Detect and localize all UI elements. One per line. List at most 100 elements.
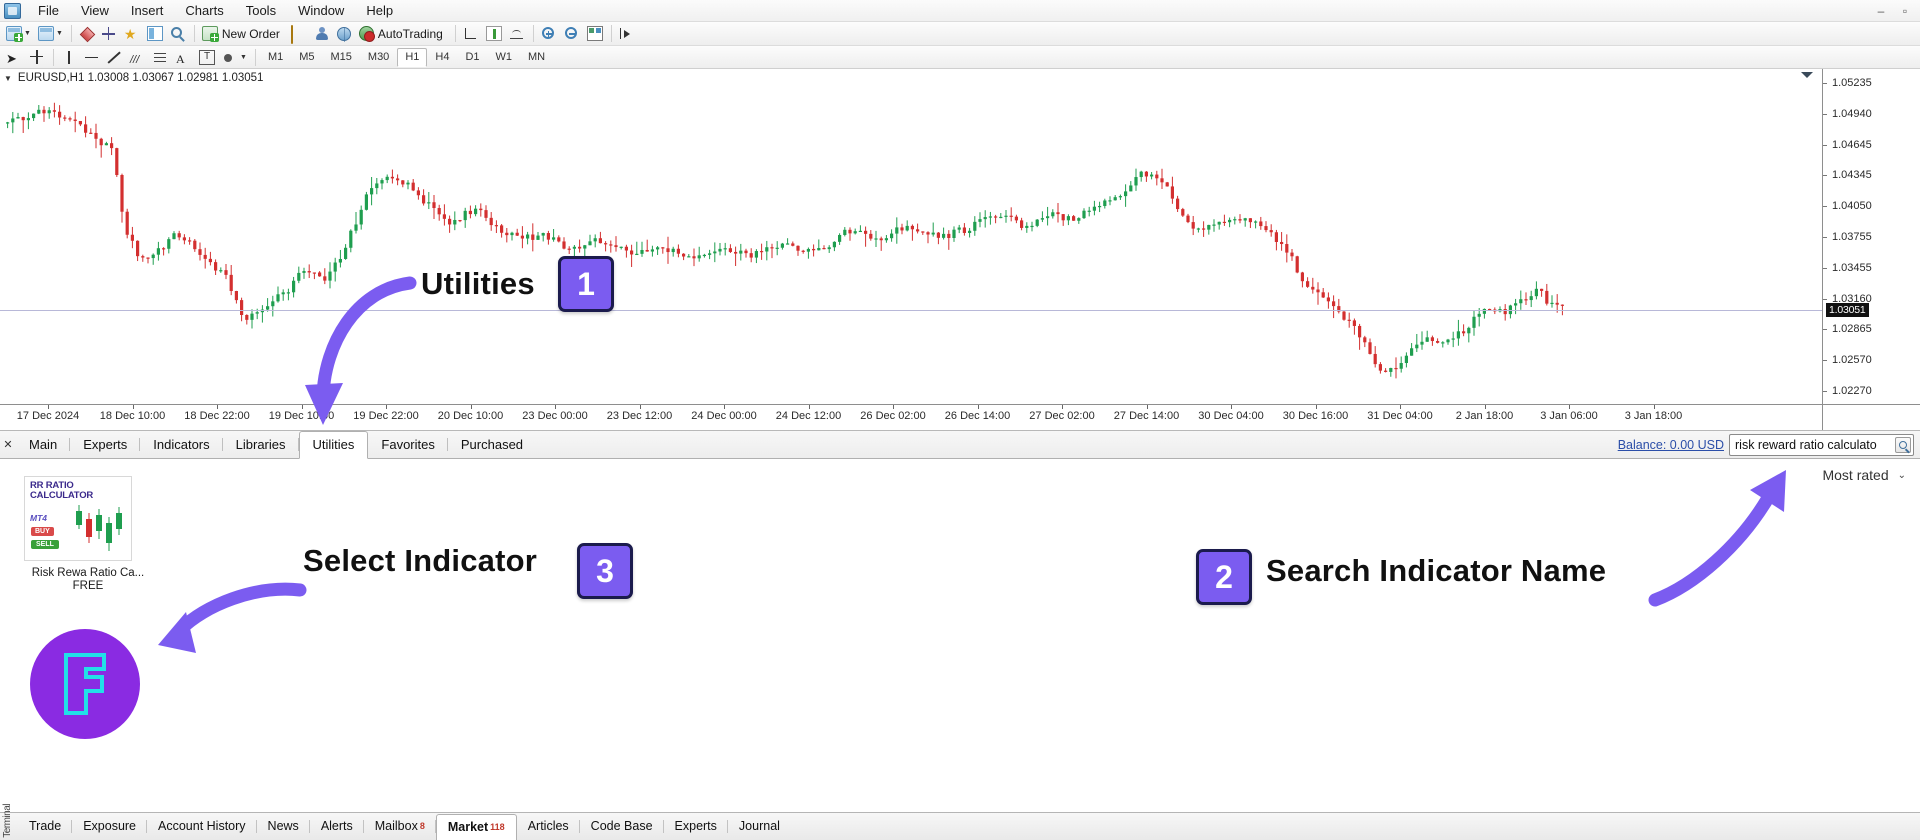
terminal-tab-mailbox[interactable]: Mailbox8 bbox=[364, 814, 436, 840]
timeframe-mn[interactable]: MN bbox=[520, 48, 553, 67]
terminal-tab-trade[interactable]: Trade bbox=[18, 814, 72, 840]
terminal-tab-news[interactable]: News bbox=[257, 814, 310, 840]
time-label: 27 Dec 02:00 bbox=[1029, 410, 1094, 422]
candlestick-chart-button[interactable] bbox=[483, 23, 505, 44]
market-tab-main[interactable]: Main bbox=[16, 431, 70, 458]
restore-button[interactable]: ▫ bbox=[1898, 4, 1912, 18]
product-card[interactable]: RR RATIO CALCULATOR MT4 BUY SELL bbox=[24, 476, 152, 592]
price-label: 1.05235 bbox=[1832, 77, 1872, 89]
metaeditor-button[interactable] bbox=[288, 23, 310, 44]
timeframe-m1[interactable]: M1 bbox=[260, 48, 291, 67]
zoom-out-button[interactable] bbox=[561, 23, 583, 44]
chart-plot-area[interactable] bbox=[0, 69, 1822, 404]
channel-logo bbox=[30, 629, 140, 739]
price-label: 1.03755 bbox=[1832, 231, 1872, 243]
close-icon[interactable]: ✕ bbox=[0, 430, 16, 458]
menu-item-tools[interactable]: Tools bbox=[235, 1, 287, 20]
zoom-in-button[interactable] bbox=[538, 23, 560, 44]
candlestick-series bbox=[0, 69, 1822, 404]
time-tick bbox=[1485, 405, 1486, 409]
market-tab-purchased[interactable]: Purchased bbox=[448, 431, 536, 458]
time-tick bbox=[809, 405, 810, 409]
menu-item-window[interactable]: Window bbox=[287, 1, 355, 20]
main-toolbar: ▼ ▼ ★ New Order bbox=[0, 22, 1920, 46]
profiles-icon bbox=[38, 26, 54, 41]
terminal-tab-alerts[interactable]: Alerts bbox=[310, 814, 364, 840]
terminal-tab-account-history[interactable]: Account History bbox=[147, 814, 257, 840]
search-box[interactable] bbox=[1729, 434, 1914, 456]
navigator-button[interactable]: ★ bbox=[121, 23, 143, 44]
balance-link[interactable]: Balance: 0.00 USD bbox=[1618, 438, 1724, 452]
text-icon: A bbox=[176, 50, 192, 65]
autotrading-button[interactable]: AutoTrading bbox=[356, 23, 450, 44]
minimize-button[interactable]: – bbox=[1874, 4, 1888, 18]
chevron-down-icon[interactable]: ⌄ bbox=[1898, 470, 1906, 481]
tile-windows-button[interactable] bbox=[584, 23, 606, 44]
market-watch-button[interactable] bbox=[76, 23, 97, 44]
menu-item-insert[interactable]: Insert bbox=[120, 1, 175, 20]
equidistant-channel-tool[interactable] bbox=[150, 47, 172, 68]
sort-control[interactable]: Most rated ⌄ bbox=[1822, 467, 1906, 483]
terminal-tab-experts[interactable]: Experts bbox=[664, 814, 728, 840]
search-input[interactable] bbox=[1735, 438, 1895, 452]
market-tab-experts[interactable]: Experts bbox=[70, 431, 140, 458]
trendline-tool[interactable] bbox=[104, 47, 126, 68]
product-thumbnail[interactable]: RR RATIO CALCULATOR MT4 BUY SELL bbox=[24, 476, 132, 561]
vertical-line-tool[interactable] bbox=[58, 47, 80, 68]
terminal-tab-market[interactable]: Market118 bbox=[436, 814, 517, 840]
price-label: 1.02570 bbox=[1832, 354, 1872, 366]
time-label: 23 Dec 00:00 bbox=[522, 410, 587, 422]
chart-shift-button[interactable] bbox=[616, 23, 638, 44]
timeframe-m5[interactable]: M5 bbox=[291, 48, 322, 67]
data-window-button[interactable] bbox=[98, 23, 120, 44]
logo-glyph bbox=[46, 645, 124, 723]
terminal-button[interactable] bbox=[144, 23, 166, 44]
time-axis[interactable]: 17 Dec 202418 Dec 10:0018 Dec 22:0019 De… bbox=[0, 404, 1822, 430]
line-chart-button[interactable] bbox=[506, 23, 528, 44]
collapse-icon[interactable]: ▼ bbox=[4, 74, 12, 83]
thumbnail-title: RR RATIO CALCULATOR bbox=[30, 481, 93, 501]
shapes-tool[interactable]: ▼ bbox=[219, 47, 250, 68]
price-label: 1.02865 bbox=[1832, 323, 1872, 335]
new-chart-button[interactable]: ▼ bbox=[3, 23, 34, 44]
line-studies-toolbar: ➤ /// A ▼ M1 M5 bbox=[0, 46, 1920, 69]
chevron-down-icon: ▼ bbox=[24, 30, 31, 37]
market-tab-libraries[interactable]: Libraries bbox=[223, 431, 299, 458]
time-label: 23 Dec 12:00 bbox=[607, 410, 672, 422]
terminal-tab-journal[interactable]: Journal bbox=[728, 814, 791, 840]
menu-item-help[interactable]: Help bbox=[355, 1, 404, 20]
text-tool[interactable]: A bbox=[173, 47, 195, 68]
menu-item-charts[interactable]: Charts bbox=[174, 1, 234, 20]
new-order-button[interactable]: New Order bbox=[199, 23, 287, 44]
timeframe-h1[interactable]: H1 bbox=[397, 48, 427, 67]
fibonacci-tool[interactable]: /// bbox=[127, 47, 149, 68]
crosshair-tool[interactable] bbox=[26, 47, 48, 68]
market-tab-favorites[interactable]: Favorites bbox=[368, 431, 447, 458]
strategy-tester-button[interactable] bbox=[167, 23, 189, 44]
market-tab-indicators[interactable]: Indicators bbox=[140, 431, 222, 458]
cursor-tool[interactable]: ➤ bbox=[3, 47, 25, 68]
mql5-community-button[interactable] bbox=[334, 23, 355, 44]
timeframe-d1[interactable]: D1 bbox=[457, 48, 487, 67]
chart-window[interactable]: ▼ EURUSD,H1 1.03008 1.03067 1.02981 1.03… bbox=[0, 69, 1920, 431]
expert-advisors-button[interactable] bbox=[311, 23, 333, 44]
timeframe-h4[interactable]: H4 bbox=[427, 48, 457, 67]
price-tick bbox=[1823, 175, 1827, 176]
timeframe-w1[interactable]: W1 bbox=[488, 48, 521, 67]
timeframe-m30[interactable]: M30 bbox=[360, 48, 397, 67]
market-tab-utilities[interactable]: Utilities bbox=[299, 431, 369, 459]
terminal-tab-code-base[interactable]: Code Base bbox=[580, 814, 664, 840]
menu-item-file[interactable]: File bbox=[27, 1, 70, 20]
horizontal-line-tool[interactable] bbox=[81, 47, 103, 68]
search-button[interactable] bbox=[1895, 437, 1911, 453]
menu-item-view[interactable]: View bbox=[70, 1, 120, 20]
terminal-tab-articles[interactable]: Articles bbox=[517, 814, 580, 840]
price-label: 1.03455 bbox=[1832, 262, 1872, 274]
chart-scroll-indicator[interactable] bbox=[1798, 70, 1816, 79]
timeframe-m15[interactable]: M15 bbox=[323, 48, 360, 67]
bar-chart-button[interactable] bbox=[460, 23, 482, 44]
text-label-tool[interactable] bbox=[196, 47, 218, 68]
profiles-button[interactable]: ▼ bbox=[35, 23, 66, 44]
price-axis[interactable]: 1.052351.049401.046451.043451.040501.037… bbox=[1822, 69, 1920, 404]
terminal-tab-exposure[interactable]: Exposure bbox=[72, 814, 147, 840]
